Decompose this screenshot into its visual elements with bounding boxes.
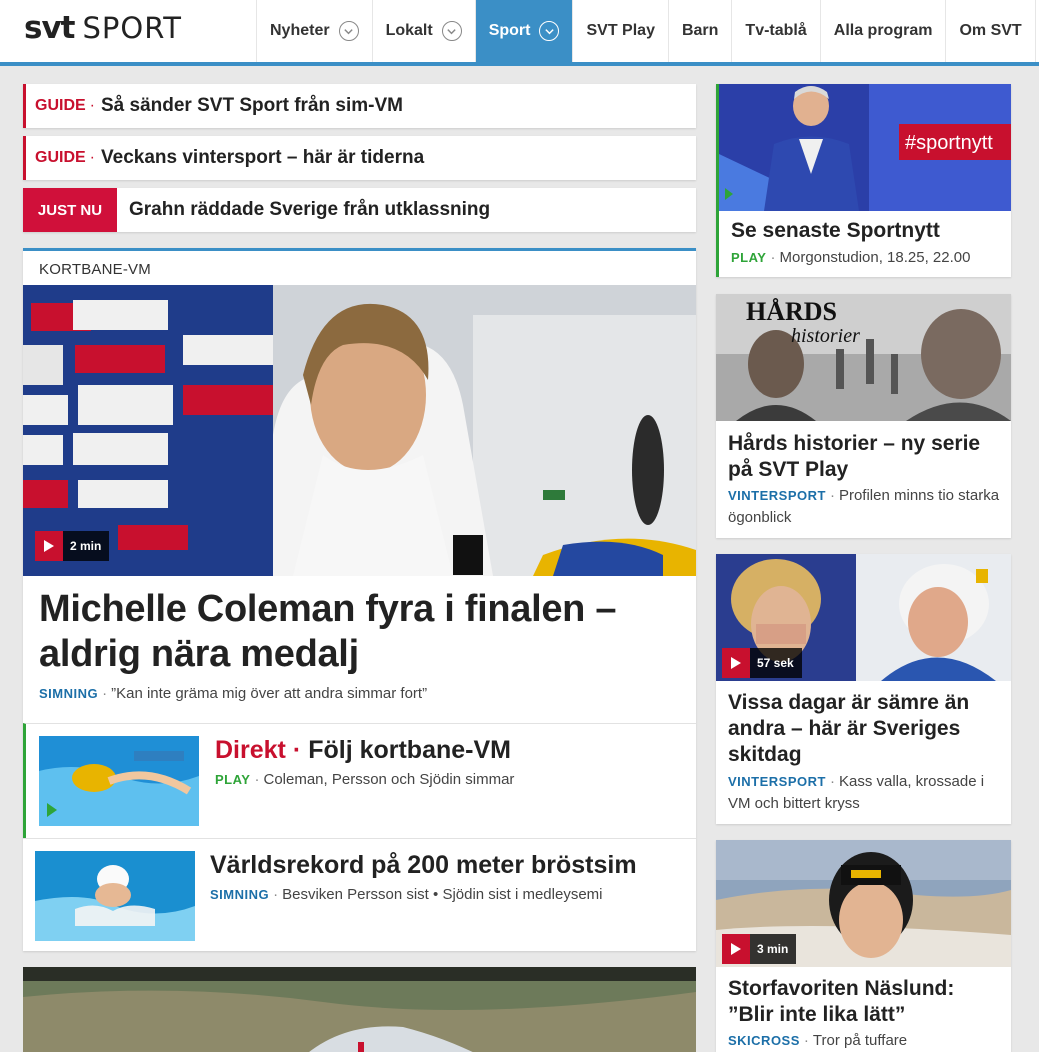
guide-text: Veckans vintersport – här är tiderna [101,147,425,168]
card-meta: VINTERSPORT · Profilen minns tio starka ög… [728,485,1008,529]
next-article-image[interactable] [23,967,696,1052]
nav-item-barn[interactable]: Barn [667,0,731,62]
guide-text: Så sänder SVT Sport från sim-VM [101,95,403,116]
logo-svt: svt [24,10,75,46]
nav-item-nyheter[interactable]: Nyheter [256,0,372,62]
play-icon [722,934,750,964]
guide-tag: GUIDE [35,149,86,166]
play-label[interactable]: PLAY [731,250,766,265]
video-duration-badge[interactable]: 57 sek [722,648,802,678]
row-title: Världsrekord på 200 meter bröstsim [210,851,637,879]
guide-link[interactable]: GUIDE · Veckans vintersport – här är tid… [23,136,696,180]
sportnytt-studio-image: #sportnytt [719,84,1011,211]
card-meta: PLAY · Morgonstudion, 18.25, 22.00 [731,247,1011,269]
live-stream-row[interactable]: Direkt · Följ kortbane-VM PLAY · Coleman, Pe… [23,723,696,838]
skicross-image: 3 min [716,840,1011,967]
nav-item-svt-play[interactable]: SVT Play [572,0,667,62]
separator-dot: · [89,149,95,166]
breaststroke-thumbnail [35,851,195,941]
separator-dot: · [254,771,260,788]
nav-item-tv-tabla[interactable]: Tv-tablå [731,0,819,62]
play-label[interactable]: PLAY [215,772,250,787]
direkt-label: Direkt [215,736,286,764]
hards-historier-card[interactable]: HÅRDS historier Hårds historier – ny ser… [716,294,1011,538]
nav-label: SVT Play [586,22,655,39]
video-duration: 57 sek [757,656,794,670]
nav-label: Om SVT [959,22,1022,39]
nav-label: Sport [488,22,531,39]
video-duration-badge[interactable]: 3 min [722,934,797,964]
section-label[interactable]: VINTERSPORT [728,488,826,503]
sportnytt-hashtag: #sportnytt [905,132,993,154]
article-row[interactable]: Världsrekord på 200 meter bröstsim SIMNI… [23,838,696,953]
separator-dot: · [829,773,835,790]
separator-dot: · [770,249,776,266]
site-header: svt SPORT Nyheter Lokalt Sport SVT Play … [0,0,1039,66]
row-meta-text: Besviken Persson sist • Sjödin sist i me… [282,886,603,903]
skiers-image: 57 sek [716,554,1011,681]
logo-sport: SPORT [82,11,182,45]
nav-item-lokalt[interactable]: Lokalt [371,0,475,62]
hero-video-image[interactable]: 2 min [23,285,696,576]
row-title: Direkt · Följ kortbane-VM [215,736,511,765]
nav-label: Alla program [833,22,933,39]
swimmer-thumbnail [39,736,199,826]
card-title: Se senaste Sportnytt [731,219,940,242]
just-nu-text: Grahn räddade Sverige från utklassning [129,199,491,220]
main-nav: Nyheter Lokalt Sport SVT Play Barn Tv-ta… [256,0,1036,62]
guide-tag: GUIDE [35,97,86,114]
separator-dot: · [89,97,95,114]
card-title: Vissa dagar är sämre än andra – här är S… [728,691,970,766]
separator-dot: · [292,736,302,764]
nav-label: Nyheter [270,22,330,39]
guide-link[interactable]: GUIDE · Så sänder SVT Sport från sim-VM [23,84,696,128]
row-meta: PLAY · Coleman, Persson och Sjödin simmar [215,771,514,788]
card-meta: SKICROSS · Tror på tuffare [728,1030,1008,1052]
nav-label: Barn [681,22,719,39]
row-title-text: Följ kortbane-VM [308,736,511,764]
article-subtitle: ”Kan inte gräma mig över att andra simma… [111,685,428,702]
hards-historier-image: HÅRDS historier [716,294,1011,421]
main-article-card: KORTBANE-VM 2 min Michelle Coleman fyra … [23,248,696,951]
hards-title-art: HÅRDS [746,297,837,326]
video-duration: 2 min [70,539,102,553]
separator-dot: · [803,1032,809,1049]
just-nu-link[interactable]: JUST NU Grahn räddade Sverige från utkla… [23,188,696,232]
chevron-down-icon[interactable] [441,21,462,41]
section-label[interactable]: SKICROSS [728,1033,800,1048]
article-subline: SIMNING · ”Kan inte gräma mig över att and… [39,685,427,702]
sportnytt-card[interactable]: #sportnytt Se senaste Sportnytt PLAY · Mor… [716,84,1011,277]
naslund-card[interactable]: 3 min Storfavoriten Näslund: ”Blir inte … [716,840,1011,1052]
card-meta-text: Morgonstudion, 18.25, 22.00 [779,249,971,266]
separator-dot: · [273,886,279,903]
section-label[interactable]: SIMNING [210,887,269,902]
row-meta: SIMNING · Besviken Persson sist • Sjödin s… [210,886,603,903]
just-nu-badge: JUST NU [23,188,117,232]
article-headline[interactable]: Michelle Coleman fyra i finalen – aldrig… [39,587,679,677]
card-meta: VINTERSPORT · Kass valla, krossade i VM oc… [728,771,1008,815]
card-title: Hårds historier – ny serie på SVT Play [728,432,981,481]
separator-dot: · [829,487,835,504]
video-duration: 3 min [757,942,789,956]
skitdag-card[interactable]: 57 sek Vissa dagar är sämre än andra – h… [716,554,1011,824]
nav-item-alla-program[interactable]: Alla program [819,0,946,62]
play-icon [722,648,750,678]
historier-title-art: historier [791,325,860,347]
section-label[interactable]: SIMNING [39,686,98,701]
chevron-down-icon[interactable] [338,21,359,41]
card-meta-text: Tror på tuffare [812,1032,908,1049]
svt-sport-logo[interactable]: svt SPORT [24,10,182,50]
section-label[interactable]: VINTERSPORT [728,774,826,789]
video-duration-badge[interactable]: 2 min [35,531,110,561]
play-icon [35,531,63,561]
chevron-down-icon[interactable] [539,21,560,41]
nav-item-om-svt[interactable]: Om SVT [945,0,1036,62]
nav-label: Lokalt [385,22,433,39]
card-title: Storfavoriten Näslund: ”Blir inte lika l… [728,977,955,1026]
separator-dot: · [102,685,108,702]
nav-label: Tv-tablå [745,22,807,39]
row-meta-text: Coleman, Persson och Sjödin simmar [263,771,515,788]
article-kicker: KORTBANE-VM [39,261,151,278]
nav-item-sport[interactable]: Sport [474,0,573,62]
